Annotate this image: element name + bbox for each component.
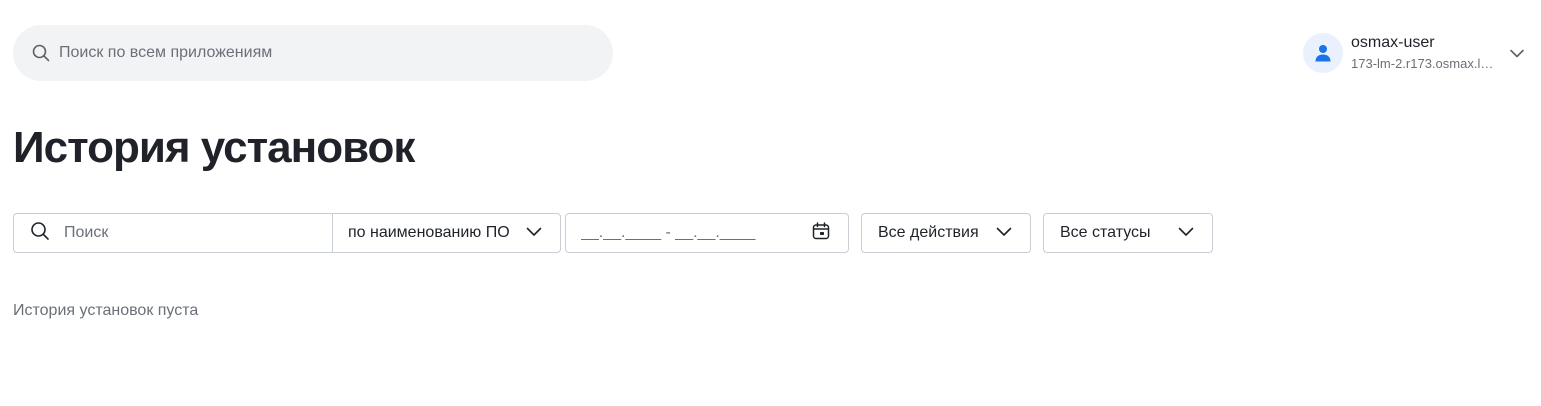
global-search-bar[interactable] [13, 25, 613, 81]
chevron-down-icon [526, 224, 542, 242]
actions-select[interactable]: Все действия [861, 213, 1031, 253]
date-range-input[interactable] [581, 224, 781, 242]
chevron-down-icon [1178, 224, 1194, 242]
search-mode-label: по наименованию ПО [348, 224, 510, 241]
search-icon [31, 43, 51, 63]
user-icon [1315, 45, 1331, 62]
filter-search-group: по наименованию ПО [13, 213, 561, 253]
statuses-select[interactable]: Все статусы [1043, 213, 1213, 253]
chevron-down-icon [996, 224, 1012, 242]
user-menu[interactable]: osmax-user 173-lm-2.r173.osmax.local [1303, 32, 1525, 74]
search-icon [30, 221, 50, 246]
avatar [1303, 33, 1343, 73]
user-host: 173-lm-2.r173.osmax.local [1351, 56, 1499, 71]
search-mode-select[interactable]: по наименованию ПО [333, 214, 560, 252]
statuses-select-label: Все статусы [1060, 224, 1151, 241]
date-range-field[interactable] [565, 213, 849, 253]
global-search-input[interactable] [59, 44, 579, 62]
calendar-icon[interactable] [812, 221, 830, 245]
user-name: osmax-user [1351, 34, 1435, 51]
page-title: История установок [13, 123, 415, 172]
filter-search-input[interactable] [64, 224, 304, 242]
empty-state-text: История установок пуста [13, 302, 199, 319]
chevron-down-icon[interactable] [1509, 45, 1525, 61]
actions-select-label: Все действия [878, 224, 979, 241]
